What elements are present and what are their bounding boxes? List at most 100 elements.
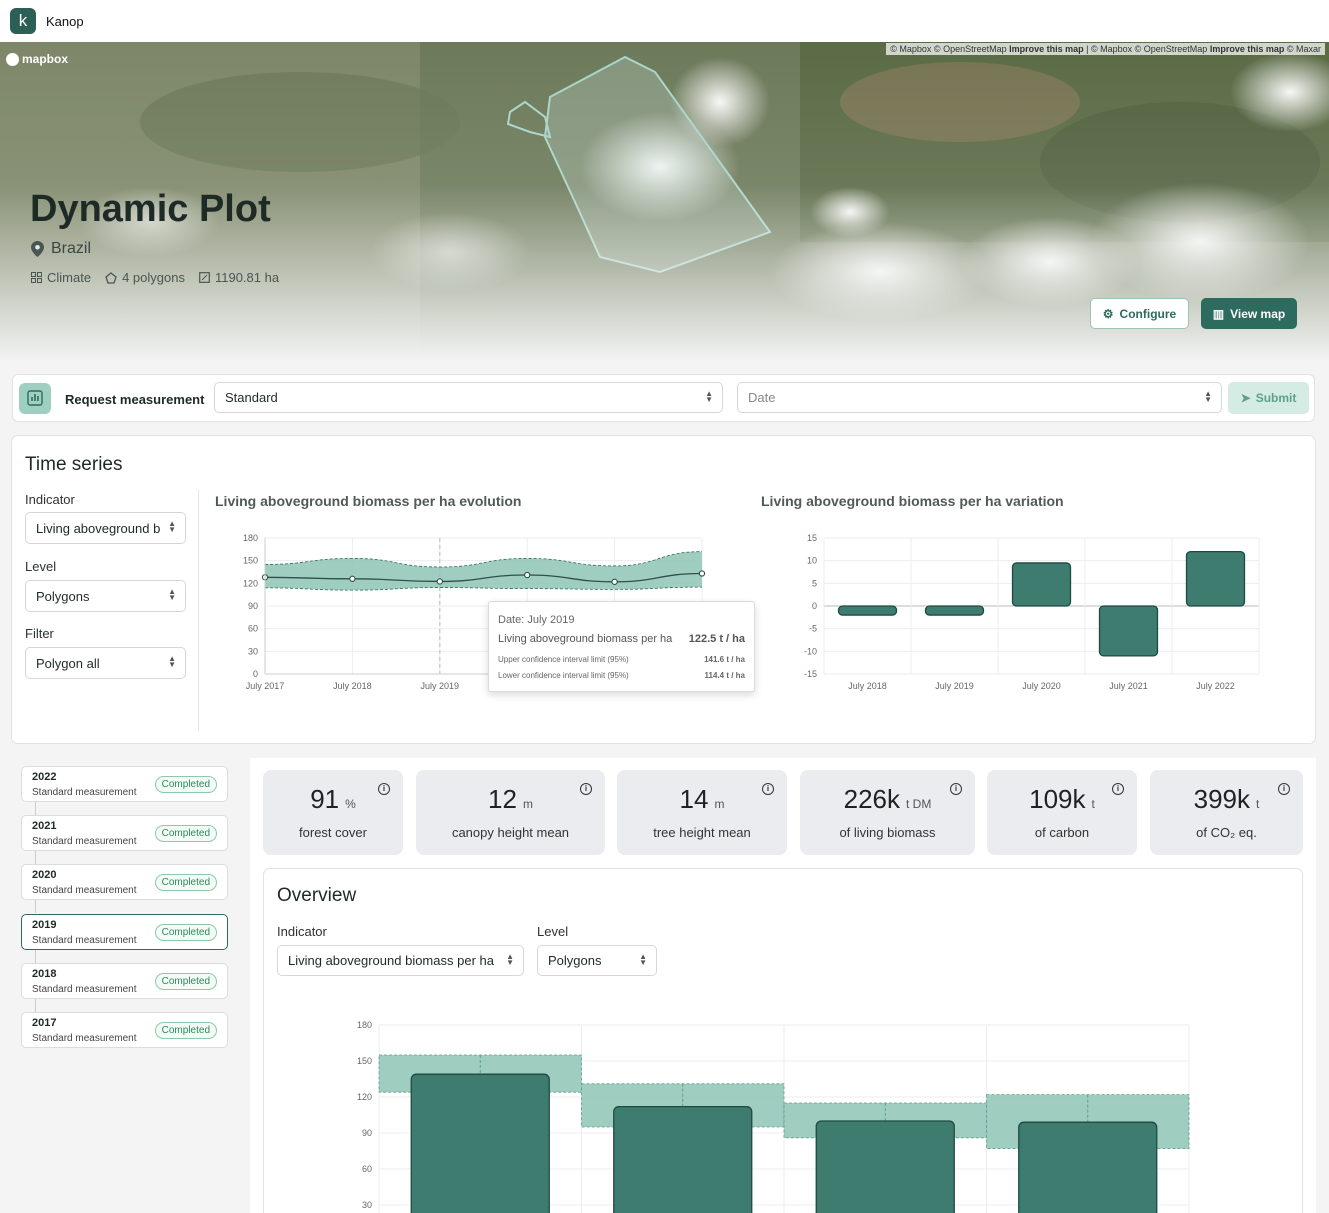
timeline-connector — [35, 900, 36, 914]
info-icon[interactable]: i — [1278, 783, 1290, 795]
level-select[interactable]: Polygons ▲ ▼ — [25, 580, 186, 612]
mapbox-logo[interactable]: mapbox — [6, 52, 68, 66]
overview-indicator-label: Indicator — [277, 924, 327, 939]
data-point — [698, 570, 706, 577]
variation-chart[interactable]: 15 10 5 0 -5 -10 -15 July 2018 July 2019 July 202… — [761, 521, 1261, 696]
info-icon[interactable]: i — [378, 783, 390, 795]
stat-card: 91% forest cover i — [263, 770, 403, 855]
y-tick-label: 90 — [362, 1128, 372, 1138]
data-point — [349, 575, 356, 582]
stat-value: 12 m — [488, 784, 533, 814]
overview-indicator-select[interactable]: Living aboveground biomass per ha ▲ ▼ — [277, 945, 524, 976]
y-tick-label: 150 — [243, 556, 258, 566]
measurement-type: Standard measurement — [32, 1033, 137, 1044]
chart-tooltip: Date: July 2019 Living aboveground bioma… — [488, 601, 755, 692]
map-icon: ▥ — [1212, 306, 1225, 321]
status-badge: Completed — [154, 972, 217, 990]
grid-icon — [31, 272, 42, 283]
improve-map-link-2[interactable]: Improve this map — [1210, 44, 1285, 54]
x-tick-label: July 2020 — [1022, 681, 1061, 691]
timeline-connector — [35, 998, 36, 1012]
date-select[interactable]: Date ▲ ▼ — [737, 382, 1222, 413]
measurement-item-2022[interactable]: 2022 Standard measurement Completed — [21, 766, 228, 802]
y-tick-label: 15 — [807, 533, 817, 543]
x-tick-label: July 2018 — [848, 681, 887, 691]
overview-level-select[interactable]: Polygons ▲ ▼ — [537, 945, 657, 976]
overview-title: Overview — [277, 885, 357, 906]
info-icon[interactable]: i — [950, 783, 962, 795]
measurement-item-2021[interactable]: 2021 Standard measurement Completed — [21, 815, 228, 852]
polygon-count: 4 polygons — [105, 270, 185, 285]
y-tick-label: -15 — [804, 669, 817, 679]
measurement-item-2020[interactable]: 2020 Standard measurement Completed — [21, 864, 228, 901]
stat-card: 399k t of CO₂ eq. i — [1150, 770, 1303, 855]
evolution-chart-title: Living aboveground biomass per ha evolut… — [215, 493, 522, 509]
tooltip-row-value: 141.6 t / ha — [704, 655, 745, 664]
top-bar: k Kanop — [0, 0, 1329, 42]
measurement-year: 2022 — [32, 771, 57, 783]
stat-label: of living biomass — [839, 825, 936, 840]
x-tick-label: July 2018 — [333, 681, 372, 691]
stat-label: of CO₂ eq. — [1196, 825, 1257, 840]
polygon-icon — [105, 271, 117, 284]
stat-label: forest cover — [299, 825, 367, 840]
x-tick-label: July 2017 — [246, 681, 285, 691]
tooltip-row-value: 114.4 t / ha — [704, 671, 745, 680]
status-badge: Completed — [154, 825, 217, 843]
indicator-select[interactable]: Living aboveground b ▲ ▼ — [25, 512, 186, 544]
info-icon[interactable]: i — [762, 783, 774, 795]
stat-label: canopy height mean — [451, 825, 570, 840]
overview-level-label: Level — [537, 924, 569, 939]
configure-button[interactable]: ⚙ Configure — [1090, 298, 1189, 329]
y-tick-label: 60 — [248, 624, 258, 634]
stat-card: 14 m tree height mean i — [617, 770, 787, 855]
stat-label: tree height mean — [653, 825, 751, 840]
timeline-connector — [35, 949, 36, 963]
timeline-connector — [35, 802, 36, 815]
variation-bar — [1098, 605, 1159, 657]
measurement-item-2018[interactable]: 2018 Standard measurement Completed — [21, 962, 228, 999]
measurement-type: Standard measurement — [32, 934, 137, 946]
app-name[interactable]: Kanop — [46, 14, 84, 29]
location-pin-icon — [31, 241, 44, 257]
chevron-updown-icon: ▲ ▼ — [639, 952, 647, 967]
stat-value: 226k t DM — [843, 784, 932, 814]
variation-bar — [837, 605, 898, 616]
y-tick-label: 120 — [243, 578, 258, 588]
project-meta: Climate 4 polygons 1190.81 ha — [31, 270, 279, 285]
view-map-button[interactable]: ▥ View map — [1201, 298, 1297, 329]
measurement-type: Standard measurement — [32, 885, 137, 897]
mapbox-icon — [6, 52, 19, 66]
measurement-type: Standard measurement — [32, 787, 137, 798]
stat-card: 226k t DM of living biomass i — [800, 770, 975, 855]
overview-card: Overview Indicator Living aboveground bi… — [263, 868, 1303, 1213]
chevron-updown-icon: ▲ ▼ — [506, 952, 514, 967]
y-tick-label: 10 — [807, 556, 817, 566]
chevron-updown-icon: ▲ ▼ — [168, 654, 176, 669]
variation-bar — [1185, 550, 1246, 607]
map-attribution: © Mapbox © OpenStreetMap Improve this ma… — [886, 43, 1325, 55]
chevron-updown-icon: ▲ ▼ — [1204, 389, 1212, 404]
measurement-year: 2018 — [32, 967, 57, 980]
measurement-year: 2021 — [32, 820, 57, 833]
filter-select[interactable]: Polygon all ▲ ▼ — [25, 647, 186, 679]
info-icon[interactable]: i — [580, 783, 592, 795]
overview-chart[interactable]: 180 150 120 90 60 30 — [339, 1004, 1219, 1213]
improve-map-link[interactable]: Improve this map — [1009, 44, 1084, 54]
measurement-type-select[interactable]: Standard ▲ ▼ — [214, 382, 723, 413]
data-point — [611, 578, 618, 585]
chevron-updown-icon: ▲ ▼ — [168, 519, 176, 534]
measurement-item-2017[interactable]: 2017 Standard measurement Completed — [21, 1012, 228, 1048]
area-icon — [199, 272, 210, 283]
measurement-type: Standard measurement — [32, 836, 137, 848]
x-tick-label: July 2019 — [935, 681, 974, 691]
submit-button[interactable]: ➤ Submit — [1228, 382, 1309, 414]
y-tick-label: -10 — [804, 646, 817, 656]
overview-bar — [815, 1120, 955, 1213]
measurement-item-2019[interactable]: 2019 Standard measurement Completed — [21, 913, 228, 950]
measurement-year: 2020 — [32, 869, 57, 882]
info-icon[interactable]: i — [1112, 783, 1124, 795]
page-title: Dynamic Plot — [30, 188, 271, 230]
kanop-logo[interactable]: k — [10, 8, 36, 34]
measurement-type: Standard measurement — [32, 983, 137, 995]
